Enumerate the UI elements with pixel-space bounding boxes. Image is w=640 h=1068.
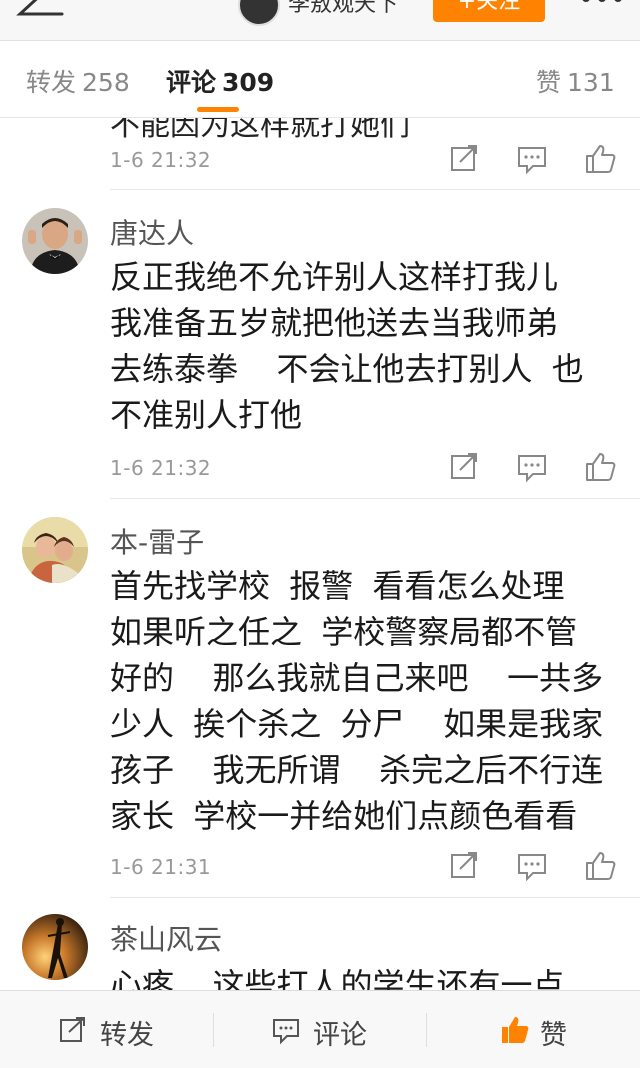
share-icon[interactable] [448,142,482,176]
comment-time: 1-6 21:32 [110,456,212,480]
like-icon[interactable] [583,849,617,883]
author-name[interactable]: 李敖观天下 [288,0,398,18]
comment-meta: 1-6 21:32 [110,450,620,486]
comment-text: 反正我绝不允许别人这样打我儿 我准备五岁就把他送去当我师弟 去练泰拳 不会让他去… [110,258,584,434]
comment-list: 不能因为这样就打她们 1-6 21:32 唐达人 反正我绝不允许别人这样打我儿 … [0,118,640,990]
repost-button[interactable]: 转发 [0,991,213,1068]
like-label: 赞 [540,1020,567,1051]
more-icon[interactable] [580,0,624,6]
like-icon[interactable] [583,450,617,484]
tab-likes-label: 赞 [536,68,562,97]
share-icon[interactable] [448,450,482,484]
tab-bar: 转发 258 评论 309 赞 131 [0,41,640,118]
repost-label: 转发 [100,1020,154,1051]
tab-repost[interactable]: 转发 258 [26,63,130,99]
comment-time: 1-6 21:31 [110,855,212,879]
divider [110,897,640,898]
divider [110,498,640,499]
avatar[interactable] [22,208,88,274]
active-tab-indicator [197,107,239,112]
comment-icon[interactable] [515,142,549,176]
tab-repost-label: 转发 [26,68,77,97]
tab-repost-count: 258 [82,68,130,97]
weibo-comments-page: 李敖观天下 +关注 转发 258 评论 309 赞 131 不能因为这样就打她们 1-… [0,0,640,1068]
tab-likes-count: 131 [567,68,615,97]
comment-icon[interactable] [515,849,549,883]
share-icon[interactable] [448,849,482,883]
comment-button[interactable]: 评论 [213,991,426,1068]
avatar[interactable] [22,914,88,980]
username[interactable]: 唐达人 [110,212,194,252]
back-arrow-icon[interactable] [14,0,64,28]
comment-meta: 1-6 21:32 [110,142,620,178]
username[interactable]: 本-雷子 [110,521,204,561]
author-avatar[interactable] [238,0,280,26]
comment-text: 心疼 这些打人的学生还有一点 [110,966,565,990]
tab-comments[interactable]: 评论 309 [166,63,274,99]
comment-icon [273,1019,299,1045]
share-icon [60,1017,85,1042]
tab-comments-count: 309 [222,68,275,97]
comment-icon[interactable] [515,450,549,484]
divider [110,189,640,190]
like-button[interactable]: 赞 [426,991,639,1068]
comment-text: 首先找学校 报警 看看怎么处理 如果听之任之 学校警察局都不管 好的 那么我就自… [110,567,604,835]
tab-likes[interactable]: 赞 131 [536,63,615,99]
comment-meta: 1-6 21:31 [110,849,620,885]
username[interactable]: 茶山风云 [110,918,222,958]
avatar[interactable] [22,517,88,583]
follow-button[interactable]: +关注 [433,0,545,22]
tab-comments-label: 评论 [166,68,217,97]
bottom-action-bar: 转发 评论 赞 [0,990,640,1068]
like-icon [502,1017,529,1043]
top-navigation-bar: 李敖观天下 +关注 [0,0,640,41]
comment-label: 评论 [313,1020,367,1051]
comment-text: 不能因为这样就打她们 [110,118,410,143]
comment-time: 1-6 21:32 [110,148,212,172]
like-icon[interactable] [583,142,617,176]
